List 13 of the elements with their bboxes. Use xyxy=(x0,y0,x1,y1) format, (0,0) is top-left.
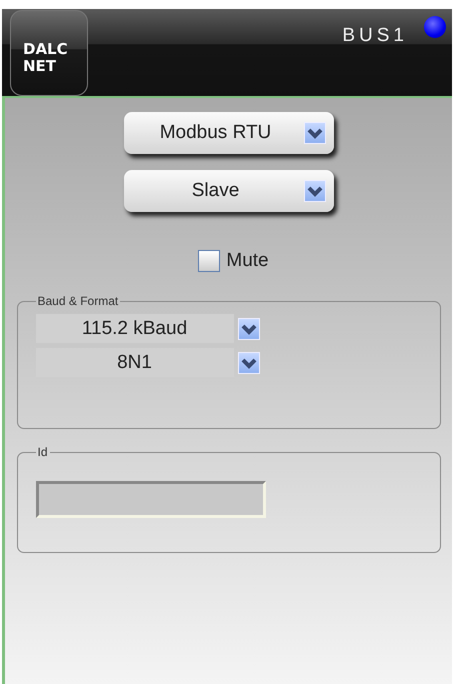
caret-icon xyxy=(304,122,326,144)
group-legend: Id xyxy=(36,445,50,459)
logo-button[interactable]: DALC NET xyxy=(10,10,88,96)
caret-icon xyxy=(304,180,326,202)
group-legend: Baud & Format xyxy=(36,294,120,308)
status-led-icon xyxy=(424,16,446,38)
dropdown[interactable]: Modbus RTU xyxy=(124,112,334,154)
caret-icon xyxy=(238,318,260,340)
id-input-field[interactable] xyxy=(36,481,266,518)
page-title: BUS1 xyxy=(342,25,408,47)
caret-icon xyxy=(238,352,260,374)
mute-checkbox[interactable]: Mute xyxy=(198,250,269,272)
dropdown[interactable]: Slave xyxy=(124,170,334,212)
